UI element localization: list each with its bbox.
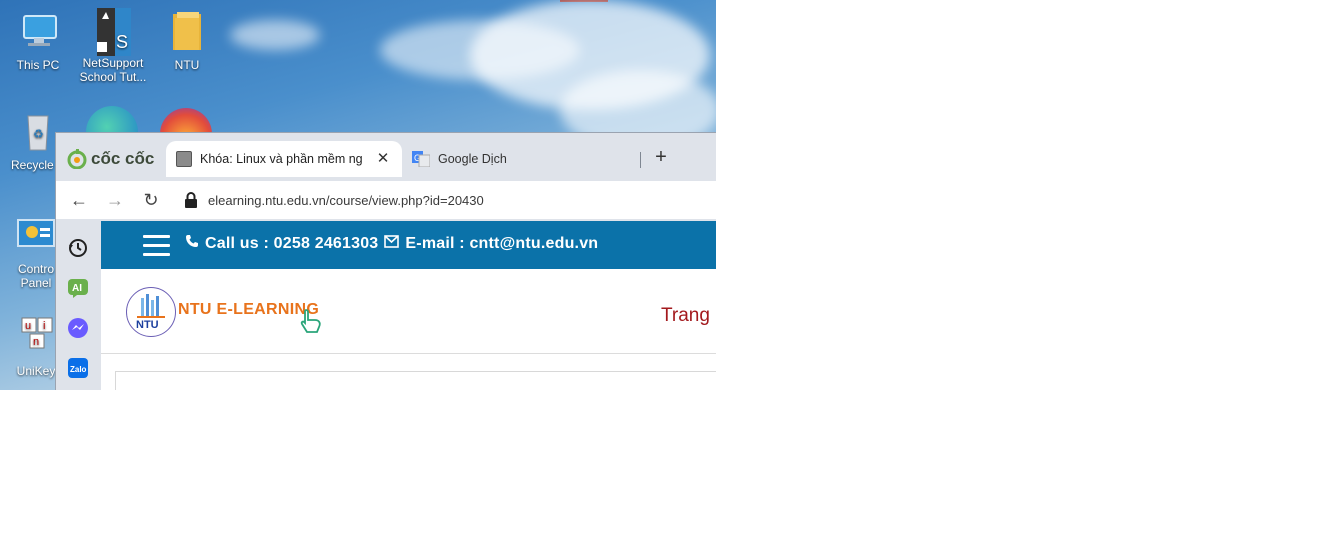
lock-icon bbox=[184, 192, 198, 208]
tab-strip: cốc cốc Khóa: Linux và phần mềm ng ✕ G G… bbox=[56, 133, 716, 181]
reload-button[interactable]: ↻ bbox=[140, 189, 162, 211]
browser-sidebar: AI Zalo bbox=[56, 219, 100, 390]
control-panel-icon bbox=[14, 214, 58, 258]
messenger-icon[interactable] bbox=[67, 317, 89, 339]
envelope-icon bbox=[384, 234, 400, 253]
svg-text:i: i bbox=[43, 320, 45, 332]
ai-icon[interactable]: AI bbox=[67, 277, 89, 299]
zalo-icon[interactable]: Zalo bbox=[67, 357, 89, 379]
netsupport-icon: S bbox=[91, 8, 135, 56]
phone-icon bbox=[185, 234, 199, 253]
menu-icon[interactable] bbox=[143, 235, 170, 256]
tab-course[interactable]: Khóa: Linux và phần mềm ng ✕ bbox=[166, 141, 402, 177]
tab-title: Khóa: Linux và phần mềm ng bbox=[200, 152, 363, 166]
back-button[interactable]: ← bbox=[68, 189, 90, 211]
browser-toolbar: ← → ↻ elearning.ntu.edu.vn/course/view.p… bbox=[56, 181, 716, 219]
browser-brand-label: cốc cốc bbox=[91, 149, 155, 168]
site-header: NTU NTU E-LEARNING Trang bbox=[101, 269, 716, 354]
contact-info: Call us : 0258 2461303 E-mail : cntt@ntu… bbox=[185, 234, 598, 253]
close-icon[interactable]: ✕ bbox=[374, 150, 392, 168]
svg-text:Zalo: Zalo bbox=[70, 365, 87, 374]
desktop-icon-label: Contro Panel bbox=[17, 262, 55, 290]
browser-brand[interactable]: cốc cốc bbox=[67, 148, 154, 170]
url-text[interactable]: elearning.ntu.edu.vn/course/view.php?id=… bbox=[208, 193, 484, 208]
tab-google-translate[interactable]: G Google Dịch bbox=[410, 141, 636, 177]
ntu-logo[interactable]: NTU bbox=[126, 287, 176, 337]
desktop-icon-label: This PC bbox=[16, 58, 60, 72]
folder-icon bbox=[165, 10, 209, 54]
moodle-favicon-icon bbox=[176, 151, 192, 167]
tab-separator bbox=[640, 152, 641, 168]
desktop-icon-this-pc[interactable]: This PC bbox=[4, 10, 72, 72]
arrow-left-icon: ← bbox=[70, 190, 88, 210]
desktop-icon-label: UniKey bbox=[16, 364, 56, 378]
svg-text:AI: AI bbox=[72, 283, 82, 294]
logo-badge-text: NTU bbox=[136, 319, 159, 331]
site-topbar: Call us : 0258 2461303 E-mail : cntt@ntu… bbox=[101, 221, 716, 269]
desktop-icon-label: NTU bbox=[174, 58, 200, 72]
desktop-icon-label: NetSupport School Tut... bbox=[79, 56, 147, 84]
svg-text:S: S bbox=[116, 32, 128, 52]
recycle-bin-icon: ♻ bbox=[16, 110, 60, 154]
svg-text:♻: ♻ bbox=[33, 127, 44, 141]
new-tab-button[interactable]: + bbox=[650, 147, 672, 169]
nav-home-link[interactable]: Trang bbox=[661, 305, 710, 327]
coccoc-logo-icon bbox=[67, 149, 87, 170]
tab-title: Google Dịch bbox=[438, 152, 507, 166]
arrow-right-icon: → bbox=[106, 190, 124, 210]
plus-icon: + bbox=[655, 146, 667, 168]
phone-label[interactable]: Call us : 0258 2461303 bbox=[205, 235, 378, 253]
svg-text:u: u bbox=[25, 320, 31, 332]
browser-window: cốc cốc Khóa: Linux và phần mềm ng ✕ G G… bbox=[55, 132, 716, 390]
unikey-icon: uin bbox=[14, 316, 58, 360]
web-page: Call us : 0258 2461303 E-mail : cntt@ntu… bbox=[101, 221, 716, 390]
desktop-wallpaper: This PC S NetSupport School Tut... NTU ♻… bbox=[0, 0, 716, 390]
content-card bbox=[115, 371, 716, 390]
google-translate-icon: G bbox=[412, 151, 431, 168]
history-icon[interactable] bbox=[67, 237, 89, 259]
pointer-hand-icon bbox=[297, 307, 325, 335]
svg-text:n: n bbox=[33, 336, 39, 348]
email-label[interactable]: E-mail : cntt@ntu.edu.vn bbox=[405, 235, 598, 253]
address-bar[interactable]: elearning.ntu.edu.vn/course/view.php?id=… bbox=[176, 184, 716, 216]
reload-icon: ↻ bbox=[143, 190, 159, 210]
computer-icon bbox=[16, 10, 60, 54]
forward-button[interactable]: → bbox=[104, 189, 126, 211]
desktop-icon-ntu-folder[interactable]: NTU bbox=[153, 10, 221, 72]
desktop-icon-netsupport[interactable]: S NetSupport School Tut... bbox=[79, 8, 147, 84]
